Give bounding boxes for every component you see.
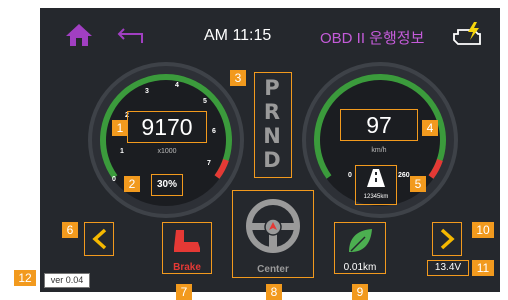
gear-d: D xyxy=(263,148,281,172)
engine-load-value: 30% xyxy=(156,179,177,190)
badge-8: 8 xyxy=(266,284,282,300)
gear-p: P xyxy=(264,76,280,100)
badge-12: 12 xyxy=(14,270,36,286)
brake-label: Brake xyxy=(173,262,201,273)
engine-lightning-icon xyxy=(453,22,481,45)
chevron-right-icon[interactable] xyxy=(439,228,455,250)
eco-distance: 0.01km xyxy=(343,262,377,273)
tach-tick: 6 xyxy=(212,128,216,135)
badge-3: 3 xyxy=(230,70,246,86)
speed-max-label: 260 xyxy=(398,172,410,179)
speed-unit: km/h xyxy=(371,147,387,154)
home-icon[interactable] xyxy=(64,22,94,48)
tach-tick: 3 xyxy=(145,88,149,95)
steering-wheel-icon xyxy=(246,199,300,253)
clock-time: AM 11:15 xyxy=(204,27,272,44)
badge-5: 5 xyxy=(410,176,426,192)
badge-6: 6 xyxy=(62,222,78,238)
gear-n: N xyxy=(263,124,281,148)
odometer-value: 12345km xyxy=(363,194,389,200)
steering-label: Center xyxy=(257,264,289,275)
tach-tick: 5 xyxy=(203,98,207,105)
leaf-icon xyxy=(349,229,372,252)
rpm-value: 9170 xyxy=(141,114,193,140)
battery-voltage: 13.4V xyxy=(434,262,462,273)
badge-7: 7 xyxy=(176,284,192,300)
badge-11: 11 xyxy=(472,260,494,276)
tach-tick: 7 xyxy=(207,160,211,167)
speed-value: 97 xyxy=(366,112,392,138)
brake-pedal-icon xyxy=(174,230,200,252)
tach-tick: 4 xyxy=(175,82,179,89)
chevron-left-icon[interactable] xyxy=(92,228,108,250)
road-icon xyxy=(367,169,385,187)
badge-1: 1 xyxy=(112,120,128,136)
version-label: ver 0.04 xyxy=(44,273,90,288)
back-arrow-icon[interactable] xyxy=(116,24,146,46)
badge-2: 2 xyxy=(124,176,140,192)
tach-tick: 1 xyxy=(120,148,124,155)
gear-r: R xyxy=(263,100,281,124)
badge-10: 10 xyxy=(472,222,494,238)
app-title: OBD II 운행정보 xyxy=(320,30,425,47)
tach-tick: 0 xyxy=(112,176,116,183)
rpm-unit: x1000 xyxy=(157,148,177,155)
badge-9: 9 xyxy=(352,284,368,300)
speed-min-label: 0 xyxy=(348,172,352,179)
badge-4: 4 xyxy=(422,120,438,136)
